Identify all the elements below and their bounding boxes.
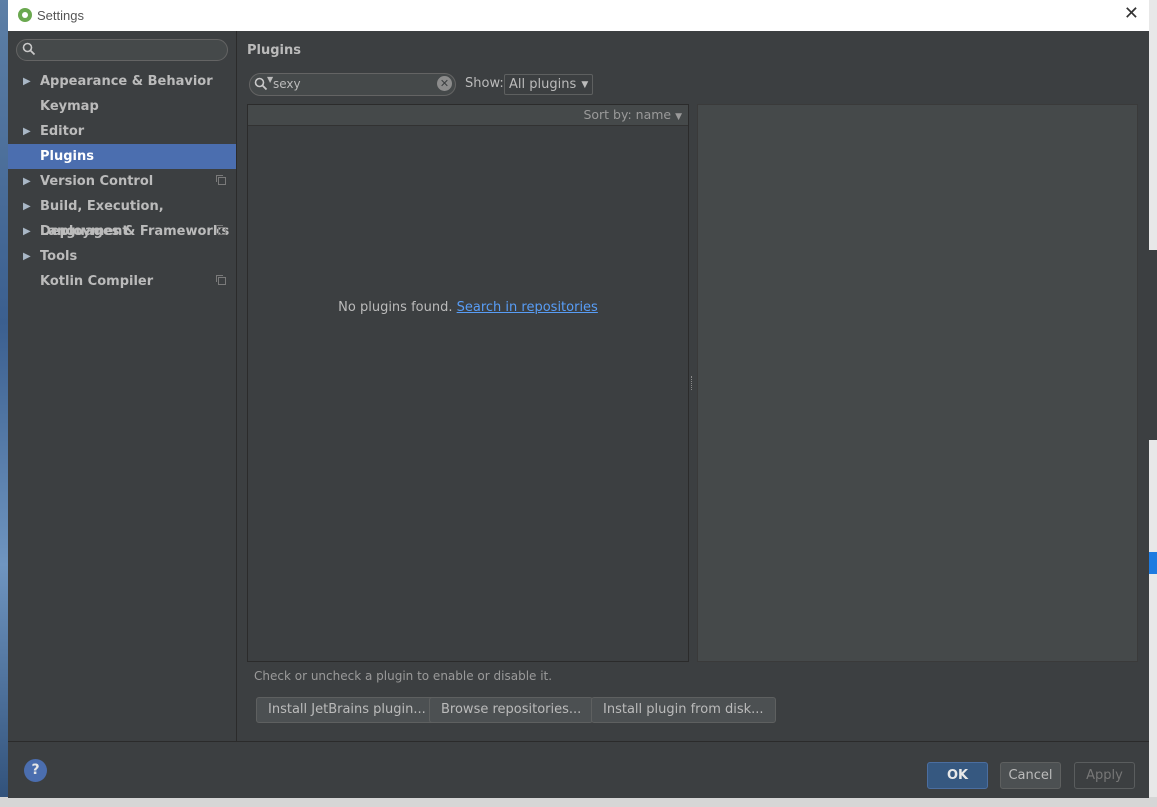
- sidebar-item-plugins[interactable]: Plugins: [8, 144, 236, 169]
- expand-arrow-icon[interactable]: ▶: [23, 219, 31, 244]
- background-window-edge: [1149, 250, 1157, 440]
- expand-arrow-icon[interactable]: ▶: [23, 69, 31, 94]
- sidebar-item-label: Tools: [40, 249, 78, 264]
- sidebar-item-build-execution-deployment[interactable]: ▶ Build, Execution, Deployment: [8, 194, 236, 239]
- plugin-search-input[interactable]: [273, 75, 433, 93]
- expand-arrow-icon[interactable]: ▶: [23, 169, 31, 194]
- project-settings-icon: [216, 175, 226, 185]
- sidebar-search-input[interactable]: [16, 39, 228, 61]
- sort-by-dropdown[interactable]: Sort by: name ▼: [583, 107, 682, 122]
- expand-arrow-icon[interactable]: ▶: [23, 244, 31, 269]
- project-settings-icon: [216, 225, 226, 235]
- apply-button[interactable]: Apply: [1074, 762, 1135, 789]
- sidebar-item-appearance-behavior[interactable]: ▶ Appearance & Behavior: [8, 69, 236, 94]
- sidebar-item-kotlin-compiler[interactable]: Kotlin Compiler: [8, 269, 236, 294]
- show-filter-dropdown[interactable]: All plugins ▼: [504, 74, 594, 95]
- settings-tree: ▶ Appearance & Behavior Keymap ▶ Editor …: [8, 69, 236, 294]
- sidebar-item-label: Editor: [40, 124, 85, 139]
- ok-button[interactable]: OK: [927, 762, 988, 789]
- sidebar-item-label: Languages & Frameworks: [40, 224, 230, 239]
- background-window-selection: [1149, 552, 1157, 574]
- empty-list-message: No plugins found. Search in repositories: [248, 300, 688, 315]
- expand-arrow-icon[interactable]: ▶: [23, 194, 31, 219]
- plugins-panel: Plugins ▼ ✕ Show: All plugins ▼ Sort by:…: [237, 31, 1149, 741]
- sidebar-item-keymap[interactable]: Keymap: [8, 94, 236, 119]
- expand-arrow-icon[interactable]: ▶: [23, 119, 31, 144]
- plugin-details-panel: [697, 104, 1138, 662]
- show-filter-label: Show:: [465, 76, 504, 91]
- search-icon: [22, 42, 36, 56]
- sidebar-item-label: Appearance & Behavior: [40, 74, 213, 89]
- no-plugins-text: No plugins found.: [338, 300, 453, 315]
- sidebar-item-label: Plugins: [40, 149, 94, 164]
- browse-repositories-button[interactable]: Browse repositories...: [429, 697, 594, 723]
- settings-window: Settings ✕ ▶ Appearance & Behavior Keyma…: [8, 0, 1149, 798]
- title-bar: Settings ✕: [8, 0, 1149, 32]
- show-filter-value: All plugins: [509, 77, 577, 92]
- close-icon[interactable]: ✕: [1124, 4, 1139, 24]
- help-icon[interactable]: ?: [24, 759, 47, 782]
- sidebar-item-tools[interactable]: ▶ Tools: [8, 244, 236, 269]
- cancel-button[interactable]: Cancel: [1000, 762, 1061, 789]
- taskbar-strip: [0, 797, 1157, 807]
- chevron-down-icon: ▼: [581, 80, 589, 90]
- settings-sidebar: ▶ Appearance & Behavior Keymap ▶ Editor …: [8, 31, 237, 741]
- sort-by-label: Sort by: name: [583, 107, 672, 122]
- window-title: Settings: [37, 8, 84, 23]
- chevron-down-icon: ▼: [675, 112, 682, 122]
- search-in-repositories-link[interactable]: Search in repositories: [457, 300, 598, 315]
- plugin-list[interactable]: Sort by: name ▼ No plugins found. Search…: [247, 104, 689, 662]
- desktop-background-right: [1149, 0, 1157, 807]
- install-jetbrains-plugin-button[interactable]: Install JetBrains plugin...: [256, 697, 438, 723]
- install-plugin-from-disk-button[interactable]: Install plugin from disk...: [591, 697, 776, 723]
- page-title: Plugins: [247, 43, 301, 58]
- sidebar-item-label: Kotlin Compiler: [40, 274, 154, 289]
- search-icon[interactable]: [254, 77, 268, 91]
- sidebar-item-label: Keymap: [40, 99, 99, 114]
- sidebar-item-version-control[interactable]: ▶ Version Control: [8, 169, 236, 194]
- project-settings-icon: [216, 275, 226, 285]
- sidebar-item-editor[interactable]: ▶ Editor: [8, 119, 236, 144]
- plugin-search-field[interactable]: ▼ ✕: [249, 73, 456, 96]
- dialog-footer: ? OK Cancel Apply: [8, 741, 1149, 798]
- sidebar-item-label: Version Control: [40, 174, 154, 189]
- sidebar-item-languages-frameworks[interactable]: ▶ Languages & Frameworks: [8, 219, 236, 244]
- plugin-hint-text: Check or uncheck a plugin to enable or d…: [254, 669, 553, 683]
- desktop-background-left: [0, 0, 8, 807]
- app-logo-icon: [18, 8, 32, 22]
- panel-splitter-handle[interactable]: [691, 376, 694, 390]
- plugin-list-header: Sort by: name ▼: [248, 105, 688, 126]
- clear-search-icon[interactable]: ✕: [437, 76, 452, 91]
